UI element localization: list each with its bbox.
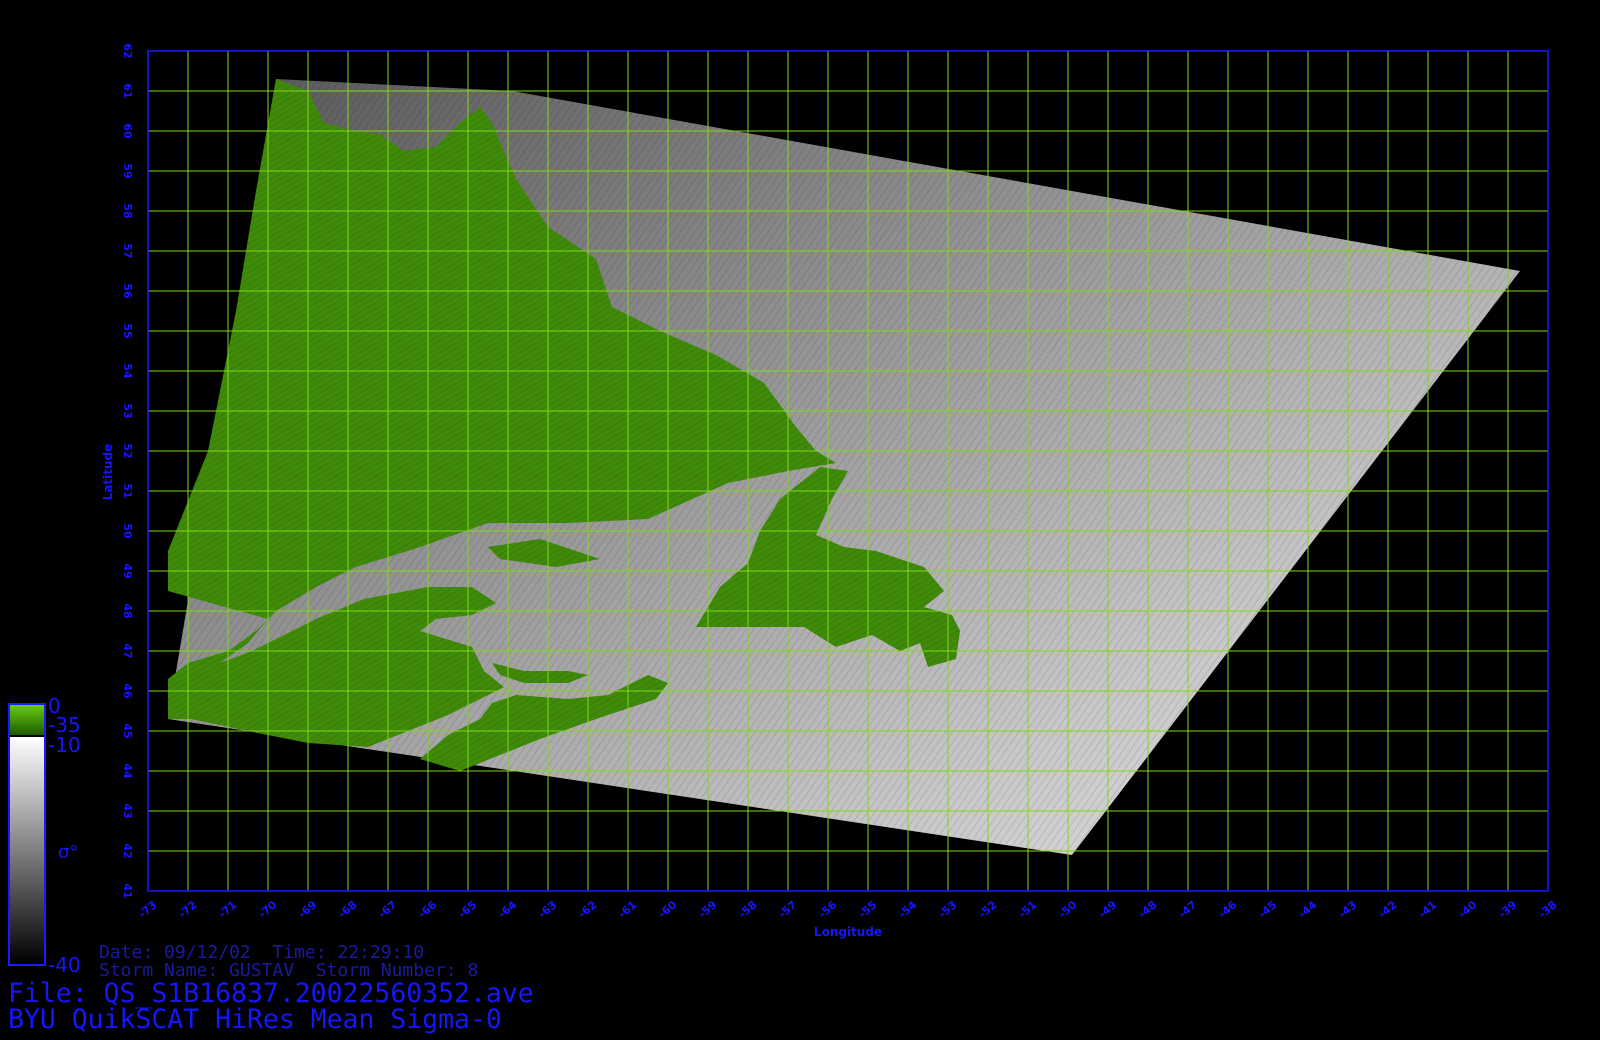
lon-tick-label: -54 xyxy=(896,898,920,921)
lat-tick-label: 47 xyxy=(121,643,134,658)
lon-tick-label: -59 xyxy=(696,898,720,921)
sigma0-symbol: σ° xyxy=(58,842,79,863)
lon-tick-label: -67 xyxy=(376,898,400,921)
lat-tick-label: 46 xyxy=(121,683,134,699)
lat-tick-label: 44 xyxy=(121,763,134,779)
colorbar-ocean-max-label: -10 xyxy=(48,733,81,757)
lon-tick-label: -50 xyxy=(1056,898,1080,921)
lat-tick-label: 62 xyxy=(121,43,134,58)
lon-tick-label: -61 xyxy=(616,898,640,921)
lon-tick-label: -69 xyxy=(296,898,320,921)
lon-tick-label: -57 xyxy=(776,898,800,921)
lon-tick-label: -53 xyxy=(936,898,960,921)
lon-tick-label: -68 xyxy=(336,898,360,921)
lat-tick-label: 41 xyxy=(121,883,134,898)
latitude-tick-labels: 41 42 43 44 45 46 47 48 49 50 51 52 53 54 55 56 57 58 59 60… xyxy=(121,43,134,898)
lon-tick-label: -51 xyxy=(1016,898,1040,921)
lat-tick-label: 50 xyxy=(121,523,134,539)
lat-tick-label: 49 xyxy=(121,563,134,578)
longitude-tick-labels: -73 -72 -71 -70 -69 -68 -67 -66 -65 -64 -63 -62 -61-… xyxy=(136,898,1560,921)
lon-tick-label: -64 xyxy=(496,898,520,921)
lon-tick-label: -63 xyxy=(536,898,560,921)
lat-tick-label: 61 xyxy=(121,83,134,98)
lat-tick-label: 48 xyxy=(121,603,134,618)
lon-tick-label: -58 xyxy=(736,898,760,921)
map-figure: -73 -72 -71 -70 -69 -68 -67 -66 -65 -64 -63 -62 -61-… xyxy=(0,0,1600,1040)
colorbar xyxy=(8,703,46,966)
lat-tick-label: 55 xyxy=(121,323,134,338)
lat-tick-label: 54 xyxy=(121,363,134,379)
lon-tick-label: -47 xyxy=(1176,898,1200,921)
lat-tick-label: 43 xyxy=(121,803,134,818)
lat-tick-label: 51 xyxy=(121,483,134,498)
lon-tick-label: -43 xyxy=(1336,898,1360,921)
lat-tick-label: 60 xyxy=(121,123,134,139)
lon-tick-label: -40 xyxy=(1456,898,1480,921)
lon-tick-label: -62 xyxy=(576,898,600,921)
colorbar-land-min-label: -35 xyxy=(48,713,81,737)
lat-tick-label: 57 xyxy=(121,243,134,258)
lon-tick-label: -72 xyxy=(176,898,200,921)
colorbar-land-scale xyxy=(10,705,44,735)
lat-tick-label: 56 xyxy=(121,283,134,299)
lat-tick-label: 53 xyxy=(121,403,134,418)
lon-tick-label: -41 xyxy=(1416,898,1440,921)
lat-tick-label: 58 xyxy=(121,203,134,218)
colorbar-ocean-min-label: -40 xyxy=(48,953,81,977)
lon-tick-label: -46 xyxy=(1216,898,1240,921)
lon-tick-label: -45 xyxy=(1256,898,1280,921)
lon-tick-label: -39 xyxy=(1496,898,1520,921)
lon-tick-label: -56 xyxy=(816,898,840,921)
lat-tick-label: 59 xyxy=(121,163,134,178)
lon-tick-label: -60 xyxy=(656,898,680,921)
lon-tick-label: -48 xyxy=(1136,898,1160,921)
y-axis-title: Latitude xyxy=(101,444,115,501)
lon-tick-label: -38 xyxy=(1536,898,1560,921)
lon-tick-label: -65 xyxy=(456,898,480,921)
lon-tick-label: -73 xyxy=(136,898,160,921)
lon-tick-label: -55 xyxy=(856,898,880,921)
lat-tick-label: 45 xyxy=(121,723,134,738)
lon-tick-label: -49 xyxy=(1096,898,1120,921)
lon-tick-label: -44 xyxy=(1296,898,1320,921)
lon-tick-label: -52 xyxy=(976,898,1000,921)
product-title: BYU QuikSCAT HiRes Mean Sigma-0 xyxy=(8,1004,502,1035)
lon-tick-label: -70 xyxy=(256,898,280,921)
map-plot: -73 -72 -71 -70 -69 -68 -67 -66 -65 -64 -63 -62 -61-… xyxy=(8,43,1560,966)
lon-tick-label: -42 xyxy=(1376,898,1400,921)
lat-tick-label: 52 xyxy=(121,443,134,458)
x-axis-title: Longitude xyxy=(814,925,882,939)
lon-tick-label: -66 xyxy=(416,898,440,921)
colorbar-ocean-scale xyxy=(10,737,44,964)
lat-tick-label: 42 xyxy=(121,843,134,858)
lon-tick-label: -71 xyxy=(216,898,240,921)
